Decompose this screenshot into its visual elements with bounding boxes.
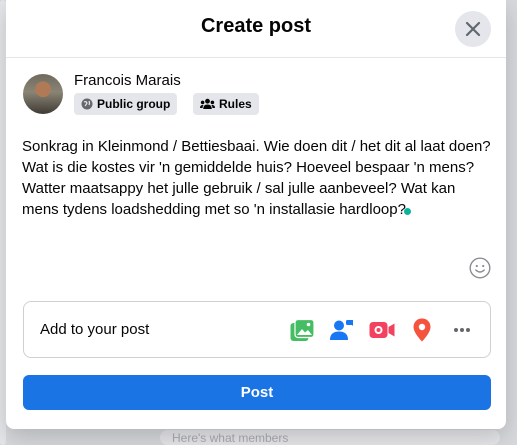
close-button[interactable]: [455, 11, 491, 47]
more-icon: [454, 328, 470, 332]
create-post-dialog: Create post Francois Marais Public group: [6, 0, 506, 429]
globe-icon: [81, 98, 93, 110]
avatar[interactable]: [23, 74, 63, 114]
check-in-icon: [413, 318, 431, 342]
add-to-post-bar: Add to your post: [23, 301, 491, 358]
photo-video-icon: [290, 318, 315, 341]
dialog-header: Create post: [6, 0, 506, 58]
tag-people-button[interactable]: [329, 317, 355, 343]
group-icon: [200, 98, 215, 109]
add-to-post-label: Add to your post: [40, 321, 150, 338]
rules-label: Rules: [219, 97, 252, 111]
more-options-button[interactable]: [449, 317, 475, 343]
tag-people-icon: [330, 320, 353, 340]
live-video-icon: [369, 322, 395, 338]
post-text-content: Sonkrag in Kleinmond / Bettiesbaai. Wie …: [22, 138, 491, 218]
audience-label: Public group: [97, 97, 171, 111]
photo-video-button[interactable]: [289, 317, 315, 343]
dialog-title: Create post: [200, 15, 312, 37]
post-text-input[interactable]: Sonkrag in Kleinmond / Bettiesbaai. Wie …: [22, 136, 492, 220]
check-in-button[interactable]: [409, 317, 435, 343]
live-video-button[interactable]: [369, 317, 395, 343]
emoji-button[interactable]: [469, 257, 491, 279]
text-cursor: [403, 208, 411, 215]
post-button[interactable]: Post: [23, 375, 491, 410]
close-icon: [465, 21, 481, 37]
rules-button[interactable]: Rules: [193, 93, 259, 115]
audience-selector[interactable]: Public group: [74, 93, 178, 115]
background-text: Here's what members: [172, 431, 289, 445]
author-name: Francois Marais: [74, 72, 181, 89]
emoji-icon: [469, 257, 491, 279]
